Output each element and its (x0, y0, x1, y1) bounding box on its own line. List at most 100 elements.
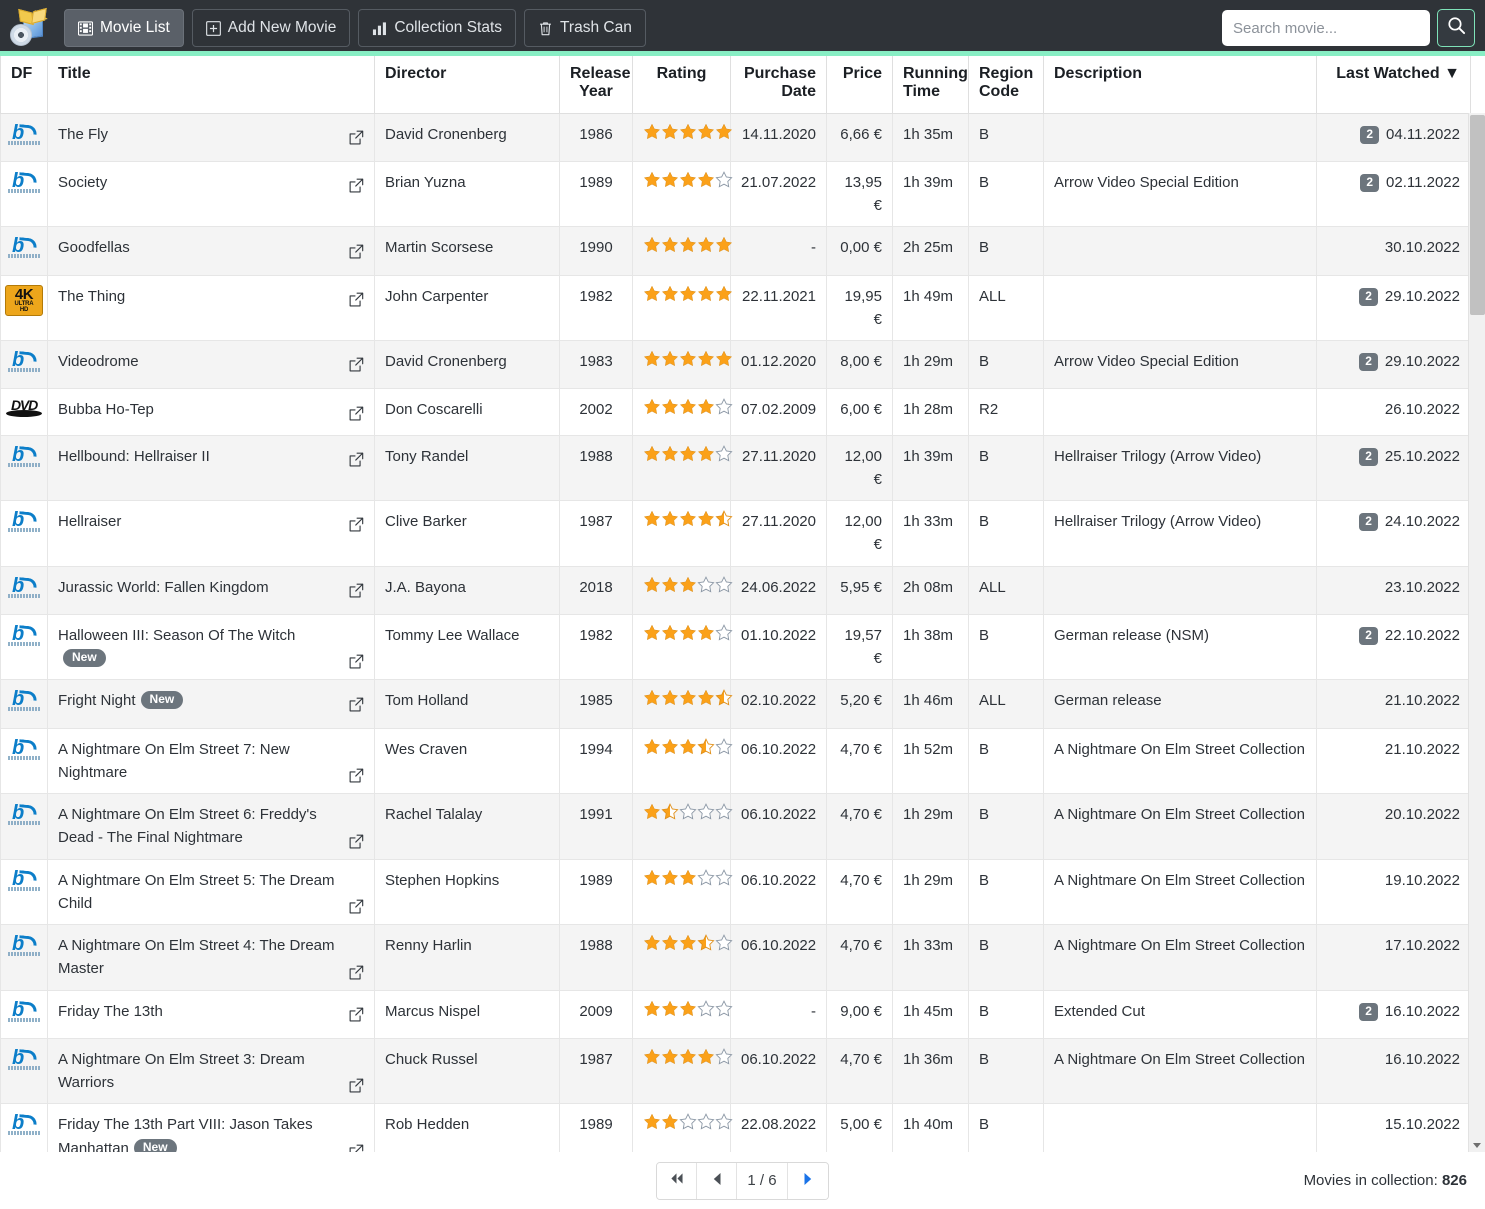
open-external-link-icon[interactable] (349, 244, 364, 260)
open-external-link-icon[interactable] (349, 697, 364, 713)
nav-button-add-new-movie[interactable]: Add New Movie (191, 9, 351, 47)
cell-title[interactable]: Bubba Ho-Tep (47, 388, 375, 436)
column-header-df[interactable]: DF (0, 56, 48, 114)
table-row[interactable]: 4K ULTRA HD The Thing John Carpenter 1982 22.… (0, 274, 1471, 341)
table-row[interactable]: b The Fly David Cronenberg 1986 14.11.2020 6,… (0, 112, 1471, 162)
column-header-release-year[interactable]: Release Year (559, 56, 633, 114)
open-external-link-icon[interactable] (349, 1078, 364, 1094)
open-external-link-icon[interactable] (349, 1007, 364, 1023)
column-header-title[interactable]: Title (47, 56, 375, 114)
column-header-price[interactable]: Price (826, 56, 893, 114)
cell-title[interactable]: A Nightmare On Elm Street 3: Dream Warri… (47, 1037, 375, 1105)
table-row[interactable]: b Friday The 13th Part VIII: Jason Takes … (0, 1103, 1471, 1152)
rating-stars[interactable] (643, 868, 733, 887)
open-external-link-icon[interactable] (349, 834, 364, 850)
cell-title[interactable]: Halloween III: Season Of The Witch New (47, 613, 375, 681)
cell-rating[interactable] (632, 434, 733, 501)
rating-stars[interactable] (643, 1113, 733, 1131)
open-external-link-icon[interactable] (349, 768, 364, 784)
table-row[interactable]: DVD Bubba Ho-Tep Don Coscarelli 2002 07.02.2… (0, 388, 1471, 436)
nav-button-trash-can[interactable]: Trash Can (524, 9, 646, 47)
cell-rating[interactable] (632, 274, 733, 341)
table-row[interactable]: b Jurassic World: Fallen Kingdom J.A. Bayo… (0, 565, 1471, 615)
table-row[interactable]: b Halloween III: Season Of The Witch New To… (0, 613, 1471, 681)
table-row[interactable]: b Friday The 13th Marcus Nispel 2009 -9,00 €… (0, 989, 1471, 1039)
table-row[interactable]: b Hellraiser Clive Barker 1987 27.11.2020 12,… (0, 500, 1471, 567)
rating-stars[interactable] (643, 510, 733, 528)
open-external-link-icon[interactable] (349, 1144, 364, 1152)
column-header-director[interactable]: Director (374, 56, 560, 114)
table-row[interactable]: b Goodfellas Martin Scorsese 1990 -0,00 €2h … (0, 226, 1471, 276)
nav-button-movie-list[interactable]: Movie List (64, 9, 184, 47)
cell-title[interactable]: Goodfellas (47, 226, 375, 276)
open-external-link-icon[interactable] (349, 654, 364, 670)
open-external-link-icon[interactable] (349, 965, 364, 981)
open-external-link-icon[interactable] (349, 899, 364, 915)
first-page-button[interactable] (657, 1162, 698, 1199)
rating-stars[interactable] (643, 398, 733, 416)
cell-rating[interactable] (632, 388, 733, 436)
cell-title[interactable]: Friday The 13th (47, 989, 375, 1039)
cell-rating[interactable] (632, 565, 733, 615)
nav-button-collection-stats[interactable]: Collection Stats (358, 9, 517, 47)
cell-title[interactable]: Fright Night New (47, 679, 375, 729)
next-page-button[interactable] (787, 1162, 828, 1199)
column-header-rating[interactable]: Rating (632, 56, 731, 114)
search-input[interactable] (1222, 10, 1430, 46)
cell-title[interactable]: A Nightmare On Elm Street 6: Freddy's De… (47, 793, 375, 860)
table-row[interactable]: b A Nightmare On Elm Street 6: Freddy's D… (0, 793, 1471, 860)
rating-stars[interactable] (643, 444, 733, 463)
rating-stars[interactable] (643, 737, 733, 756)
table-row[interactable]: b A Nightmare On Elm Street 5: The Dream … (0, 858, 1471, 925)
cell-title[interactable]: A Nightmare On Elm Street 7: New Nightma… (47, 727, 375, 794)
open-external-link-icon[interactable] (349, 452, 364, 468)
cell-title[interactable]: Friday The 13th Part VIII: Jason Takes M… (47, 1103, 375, 1152)
cell-title[interactable]: Hellbound: Hellraiser II (47, 434, 375, 501)
cell-title[interactable]: A Nightmare On Elm Street 5: The Dream C… (47, 858, 375, 925)
cell-rating[interactable] (632, 989, 733, 1039)
open-external-link-icon[interactable] (349, 292, 364, 308)
cell-title[interactable]: Hellraiser (47, 500, 375, 567)
rating-stars[interactable] (643, 170, 733, 189)
rating-stars[interactable] (643, 1047, 733, 1066)
previous-page-button[interactable] (697, 1162, 738, 1199)
cell-rating[interactable] (632, 727, 733, 794)
rating-stars[interactable] (643, 934, 733, 952)
open-external-link-icon[interactable] (349, 130, 364, 146)
column-header-last-watched[interactable]: Last Watched ▼ (1316, 56, 1471, 114)
column-header-region-code[interactable]: Region Code (968, 56, 1044, 114)
cell-rating[interactable] (632, 1037, 733, 1105)
open-external-link-icon[interactable] (349, 583, 364, 599)
column-header-purchase-date[interactable]: Purchase Date (730, 56, 827, 114)
table-row[interactable]: b Videodrome David Cronenberg 1983 01.12.202… (0, 339, 1471, 390)
scroll-down-arrow-icon[interactable] (1473, 1143, 1481, 1148)
cell-rating[interactable] (632, 858, 733, 925)
rating-stars[interactable] (643, 350, 733, 368)
open-external-link-icon[interactable] (349, 406, 364, 422)
rating-stars[interactable] (643, 285, 733, 303)
cell-title[interactable]: Society (47, 160, 375, 228)
table-row[interactable]: b A Nightmare On Elm Street 4: The Dream … (0, 924, 1471, 991)
table-row[interactable]: b A Nightmare On Elm Street 3: Dream Warr… (0, 1037, 1471, 1105)
open-external-link-icon[interactable] (349, 357, 364, 373)
cell-rating[interactable] (632, 793, 733, 860)
rating-stars[interactable] (643, 999, 733, 1018)
table-row[interactable]: b Hellbound: Hellraiser II Tony Randel 1988… (0, 434, 1471, 501)
open-external-link-icon[interactable] (349, 178, 364, 194)
cell-title[interactable]: The Fly (47, 112, 375, 162)
cell-rating[interactable] (632, 500, 733, 567)
column-header-running-time[interactable]: Running Time (892, 56, 969, 114)
cell-title[interactable]: Videodrome (47, 339, 375, 390)
cell-rating[interactable] (632, 1103, 733, 1152)
rating-stars[interactable] (643, 623, 733, 642)
rating-stars[interactable] (643, 123, 733, 141)
column-header-description[interactable]: Description (1043, 56, 1317, 114)
cell-rating[interactable] (632, 160, 733, 228)
rating-stars[interactable] (643, 575, 733, 594)
table-row[interactable]: b A Nightmare On Elm Street 7: New Nightm… (0, 727, 1471, 794)
cell-rating[interactable] (632, 924, 733, 991)
scrollbar-thumb[interactable] (1470, 115, 1485, 315)
table-row[interactable]: b Society Brian Yuzna 1989 21.07.2022 13,95 €… (0, 160, 1471, 228)
table-row[interactable]: b Fright Night New Tom Holland 1985 02.10.202… (0, 679, 1471, 729)
search-button[interactable] (1437, 9, 1475, 47)
